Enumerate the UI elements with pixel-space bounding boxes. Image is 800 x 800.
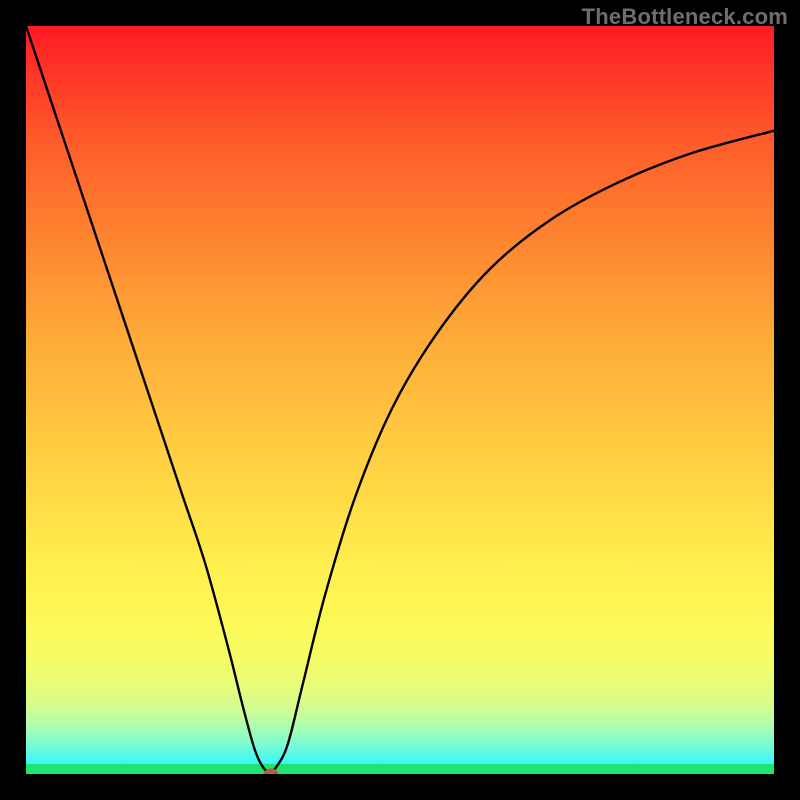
chart-frame: TheBottleneck.com bbox=[0, 0, 800, 800]
minimum-marker bbox=[264, 769, 278, 775]
plot-area bbox=[26, 26, 774, 774]
bottleneck-curve bbox=[26, 26, 774, 774]
